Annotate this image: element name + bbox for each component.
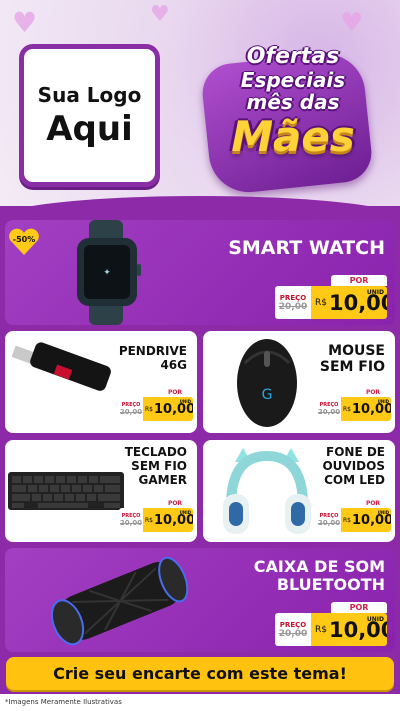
unit-label: UNID xyxy=(366,289,384,296)
por-label: POR xyxy=(355,389,391,397)
name-line: FONE DE xyxy=(326,445,385,459)
cta-banner[interactable]: Crie seu encarte com este tema! xyxy=(6,657,394,690)
name-line: MOUSE xyxy=(328,343,385,359)
price-tag: POR PREÇO 20,00 R$ 10,00 UNID xyxy=(275,275,387,319)
por-label: POR xyxy=(157,500,193,508)
discount-badge: -50% xyxy=(8,228,40,256)
price-tag: POR PREÇO 20,00 R$ 10,00 UNID xyxy=(275,602,387,646)
currency: R$ xyxy=(145,405,153,413)
svg-text:✦: ✦ xyxy=(103,268,111,278)
currency: R$ xyxy=(145,516,153,524)
name-line: TECLADO xyxy=(124,445,187,459)
price-box: PREÇO 20,00 R$ 10,00 UNID xyxy=(317,508,391,532)
unit-label: UNID xyxy=(377,510,389,515)
price-box: PREÇO 20,00 R$ 10,00 UNID xyxy=(275,613,387,646)
product-name: PENDRIVE 46G xyxy=(107,344,187,373)
unit-label: UNID xyxy=(179,510,191,515)
old-price: PREÇO 20,00 xyxy=(119,508,143,532)
old-price: PREÇO 20,00 xyxy=(119,397,143,421)
new-price: R$ 10,00 UNID xyxy=(143,508,193,532)
product-card-headphones[interactable]: FONE DE OUVIDOS COM LED POR PREÇO 20,00 … xyxy=(203,440,395,542)
product-name: FONE DE OUVIDOS COM LED xyxy=(305,445,385,487)
name-line: COM LED xyxy=(324,472,385,487)
price-box: PREÇO 20,00 R$ 10,00 UNID xyxy=(119,508,193,532)
campaign-title: Ofertas Especiais mês das Mães xyxy=(199,40,382,197)
por-label: POR xyxy=(331,602,387,613)
old-value: 20,00 xyxy=(278,628,308,639)
por-label: POR xyxy=(355,500,391,508)
currency: R$ xyxy=(315,297,327,308)
name-line: SEM FIO xyxy=(319,359,385,376)
product-card-pendrive[interactable]: PENDRIVE 46G POR PREÇO 20,00 R$ 10,00 UN… xyxy=(5,331,197,433)
name-line: SEM FIO xyxy=(131,458,187,473)
logo-placeholder: Sua Logo Aqui xyxy=(19,44,160,187)
por-label: POR xyxy=(331,275,387,286)
old-price: PREÇO 20,00 xyxy=(317,397,341,421)
name-line: GAMER xyxy=(138,472,187,487)
old-value: 20,00 xyxy=(317,408,341,416)
price-tag: POR PREÇO 20,00 R$ 10,00 UNID xyxy=(317,389,391,421)
preco-label: PREÇO xyxy=(279,293,307,302)
title-line3: mês das xyxy=(246,90,340,114)
smart-watch-image: ✦ xyxy=(77,220,141,325)
logo-line2: Aqui xyxy=(46,108,133,149)
por-label: POR xyxy=(157,389,193,397)
unit-label: UNID xyxy=(179,399,191,404)
price-box: PREÇO 20,00 R$ 10,00 UNID xyxy=(317,397,391,421)
new-price: R$ 10,00 UNID xyxy=(341,508,391,532)
product-name: MOUSE SEM FIO xyxy=(295,343,385,375)
name-line: CAIXA DE SOM xyxy=(253,557,385,576)
product-name: SMART WATCH xyxy=(228,237,385,259)
product-name: CAIXA DE SOM BLUETOOTH xyxy=(165,557,385,595)
name-line: BLUETOOTH xyxy=(276,575,385,595)
old-value: 20,00 xyxy=(278,301,308,312)
title-line1: Ofertas xyxy=(246,44,340,69)
new-price: R$ 10,00 UNID xyxy=(311,613,387,646)
price-tag: POR PREÇO 20,00 R$ 10,00 UNID xyxy=(119,389,193,421)
price-box: PREÇO 20,00 R$ 10,00 UNID xyxy=(119,397,193,421)
old-value: 20,00 xyxy=(317,519,341,527)
name-line: OUVIDOS xyxy=(322,458,385,473)
name-line: 46G xyxy=(160,357,187,372)
new-price: R$ 10,00 UNID xyxy=(311,286,387,319)
old-price: PREÇO 20,00 xyxy=(275,613,311,646)
old-price: PREÇO 20,00 xyxy=(275,286,311,319)
price-tag: POR PREÇO 20,00 R$ 10,00 UNID xyxy=(317,500,391,532)
footer: *Imagens Meramente Ilustrativas xyxy=(0,694,400,711)
unit-label: UNID xyxy=(377,399,389,404)
product-card-speaker[interactable]: CAIXA DE SOM BLUETOOTH POR PREÇO 20,00 R… xyxy=(5,548,395,652)
price-tag: POR PREÇO 20,00 R$ 10,00 UNID xyxy=(119,500,193,532)
heart-icon: ♥ xyxy=(340,8,364,38)
old-value: 20,00 xyxy=(119,408,143,416)
product-name: TECLADO SEM FIO GAMER xyxy=(107,445,187,487)
product-card-smart-watch[interactable]: ✦ SMART WATCH POR PREÇO 20,00 R$ 10,00 U… xyxy=(5,220,395,325)
title-text: Ofertas Especiais mês das Mães xyxy=(204,46,382,158)
currency: R$ xyxy=(343,405,351,413)
disclaimer: *Imagens Meramente Ilustrativas xyxy=(5,698,122,706)
heart-icon: ♥ xyxy=(12,6,38,39)
new-price: R$ 10,00 UNID xyxy=(341,397,391,421)
heart-icon: ♥ xyxy=(150,2,170,27)
name-line: PENDRIVE xyxy=(118,344,187,358)
currency: R$ xyxy=(315,624,327,635)
badge-label: -50% xyxy=(12,235,36,244)
title-line2: Especiais xyxy=(240,68,346,92)
svg-text:G: G xyxy=(262,387,273,403)
logo-line1: Sua Logo xyxy=(37,82,142,107)
price-box: PREÇO 20,00 R$ 10,00 UNID xyxy=(275,286,387,319)
product-card-keyboard[interactable]: TECLADO SEM FIO GAMER POR PREÇO 20,00 R$… xyxy=(5,440,197,542)
headphones-image xyxy=(223,448,311,534)
usb-drive-image xyxy=(11,342,111,391)
new-price: R$ 10,00 UNID xyxy=(143,397,193,421)
preco-label: PREÇO xyxy=(279,620,307,629)
old-value: 20,00 xyxy=(119,519,143,527)
title-line4: Mães xyxy=(231,112,355,161)
currency: R$ xyxy=(343,516,351,524)
old-price: PREÇO 20,00 xyxy=(317,508,341,532)
product-card-mouse[interactable]: G MOUSE SEM FIO POR PREÇO 20,00 R$ 10,00… xyxy=(203,331,395,433)
unit-label: UNID xyxy=(366,616,384,623)
